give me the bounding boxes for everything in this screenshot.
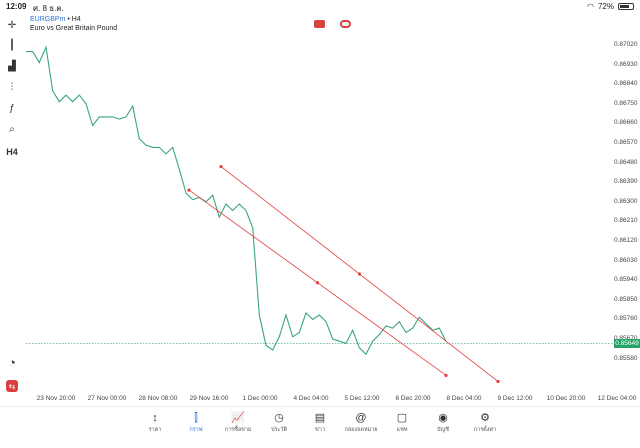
timeframe-button[interactable]: H4 <box>4 144 20 160</box>
price-tick-label: 0.86210 <box>614 217 638 225</box>
nav-label: ข่าว <box>315 427 325 433</box>
price-line <box>26 45 447 356</box>
status-right: ◠ 72% <box>587 2 634 11</box>
trade-icon: 📈 <box>231 412 245 424</box>
price-tick-label: 0.86030 <box>614 256 638 264</box>
battery-icon <box>618 3 634 10</box>
battery-fill <box>620 5 629 8</box>
time-tick-label: 4 Dec 04:00 <box>293 395 329 402</box>
price-tick-label: 0.86120 <box>614 237 638 244</box>
nav-label: บัญชี <box>437 427 449 433</box>
time-tick-label: 1 Dec 00:00 <box>242 395 278 402</box>
time-tick-label: 27 Nov 00:00 <box>87 395 127 402</box>
time-tick-label: 6 Dec 20:00 <box>395 395 431 402</box>
gauge-icon[interactable]: ◔ <box>4 354 20 370</box>
settings-icon: ⚙ <box>480 412 490 424</box>
price-tick-label: 0.86660 <box>614 119 638 127</box>
price-tick-label: 0.86480 <box>614 158 638 166</box>
objects-icon[interactable]: ⌕ <box>4 121 20 137</box>
price-tick-label: 0.86840 <box>614 80 638 88</box>
chart-toolbar: ✛ ┃ ▟ ⫶ ƒ ⌕ H4 ◔ ⇆ <box>0 14 24 406</box>
price-chart[interactable] <box>26 14 614 392</box>
price-tick-label: 0.86930 <box>614 60 638 68</box>
candlestick-icon[interactable]: ┃ <box>4 37 20 53</box>
nav-mailbox[interactable]: @ กล่องจดหมาย <box>341 410 381 434</box>
price-tick-label: 0.85760 <box>614 315 638 323</box>
function-icon[interactable]: ƒ <box>4 100 20 116</box>
status-time: 12:09 <box>6 2 27 11</box>
channel-upper-line-handle[interactable] <box>357 272 362 276</box>
nav-history[interactable]: ◷ ประวัติ <box>259 410 299 434</box>
channel-upper-line-handle[interactable] <box>496 379 500 384</box>
time-tick-label: 10 Dec 20:00 <box>546 395 586 402</box>
price-tick-label: 0.86570 <box>614 139 638 147</box>
indicators-icon[interactable]: ⫶ <box>4 79 20 95</box>
nav-account[interactable]: ◉ บัญชี <box>423 410 463 434</box>
wifi-icon: ◠ <box>587 2 594 11</box>
nav-label: กราฟ <box>189 427 203 433</box>
status-bar: 12:09 ศ. 8 ธ.ค. ◠ 72% <box>0 0 640 14</box>
nav-label: การตั้งค่า <box>473 427 497 433</box>
time-tick-label: 29 Nov 16:00 <box>189 395 229 402</box>
nav-label: ประวัติ <box>270 427 288 433</box>
nav-label: การซื้อขาย <box>224 427 252 433</box>
channel-lower-line-handle[interactable] <box>444 373 448 377</box>
crosshair-icon[interactable]: ✛ <box>4 17 20 33</box>
history-icon: ◷ <box>274 412 284 424</box>
chart-area[interactable] <box>26 14 614 392</box>
nav-trade[interactable]: 📈 การซื้อขาย <box>218 410 258 434</box>
oneclick-trading-icon[interactable]: ⇆ <box>6 380 18 392</box>
nav-settings[interactable]: ⚙ การตั้งค่า <box>465 410 505 434</box>
price-tick-label: 0.86390 <box>614 178 638 186</box>
time-tick-label: 9 Dec 12:00 <box>497 395 533 402</box>
current-price-tag: 0.85649 <box>614 339 640 349</box>
price-tick-label: 0.85940 <box>614 276 638 284</box>
nav-news[interactable]: ▤ ข่าว <box>300 410 340 434</box>
time-tick-label: 28 Nov 08:00 <box>138 395 178 402</box>
bar-chart-icon[interactable]: ▟ <box>4 58 20 74</box>
time-tick-label: 23 Nov 20:00 <box>36 395 76 402</box>
chat-icon: ▢ <box>396 412 408 424</box>
nav-label: กล่องจดหมาย <box>344 427 378 433</box>
time-tick-label: 8 Dec 04:00 <box>446 395 482 402</box>
bottom-navigation: ↕ ราคา ⫿ กราฟ 📈 การซื้อขาย ◷ ประวัติ ▤ ข่าว @ กล่อง… <box>0 406 640 448</box>
price-tick-label: 0.85580 <box>614 354 638 362</box>
time-tick-label: 12 Dec 04:00 <box>597 395 637 402</box>
price-tick-label: 0.87020 <box>614 41 638 49</box>
nav-quotes[interactable]: ↕ ราคา <box>135 410 175 434</box>
price-axis: 0.87020 0.86930 0.86840 0.86750 0.86660 0.865… <box>614 14 640 392</box>
nav-label: แชท <box>396 427 408 433</box>
nav-label: ราคา <box>148 427 162 433</box>
nav-chat[interactable]: ▢ แชท <box>382 410 422 434</box>
price-tick-label: 0.85850 <box>614 295 638 303</box>
chart-icon: ⫿ <box>194 412 198 424</box>
channel-lower-line-handle[interactable] <box>315 281 320 285</box>
nav-chart[interactable]: ⫿ กราฟ <box>176 410 216 434</box>
time-tick-label: 5 Dec 12:00 <box>344 395 380 402</box>
battery-percent: 72% <box>597 2 614 11</box>
quotes-icon: ↕ <box>152 412 158 424</box>
mailbox-icon: @ <box>355 412 367 424</box>
account-icon: ◉ <box>438 412 448 424</box>
price-tick-label: 0.86300 <box>614 197 638 205</box>
price-tick-label: 0.86750 <box>614 99 638 107</box>
channel-lower-line-handle[interactable] <box>187 188 191 192</box>
news-icon: ▤ <box>314 412 326 424</box>
channel-upper-line-handle[interactable] <box>219 164 223 169</box>
time-axis: 23 Nov 20:00 27 Nov 00:00 28 Nov 08:00 29 N… <box>26 392 640 406</box>
